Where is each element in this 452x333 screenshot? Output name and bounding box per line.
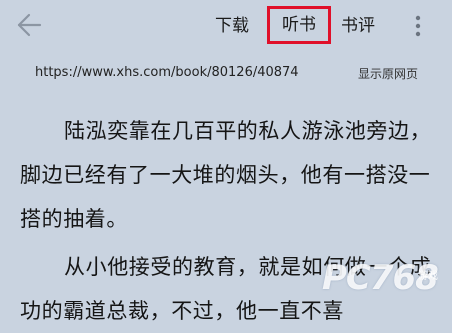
listen-book-button[interactable]: 听书 (267, 6, 331, 44)
source-url: https://www.xhs.com/book/80126/40874 (35, 65, 299, 80)
book-review-button[interactable]: 书评 (341, 12, 375, 40)
arrow-left-icon (17, 13, 42, 37)
more-vertical-icon (415, 15, 421, 37)
source-row: https://www.xhs.com/book/80126/40874 显示原… (0, 60, 452, 86)
paragraph: 从小他接受的教育，就是如何做一个成功的霸道总裁，不过，他一直不喜 (20, 255, 432, 323)
back-button[interactable] (12, 10, 46, 40)
paragraph: 陆泓奕靠在几百平的私人游泳池旁边，脚边已经有了一大堆的烟头，他有一搭没一搭的抽着… (20, 119, 432, 231)
download-button[interactable]: 下载 (215, 12, 249, 40)
view-original-page-link[interactable]: 显示原网页 (358, 65, 418, 82)
top-toolbar: 下载 听书 书评 (0, 0, 452, 52)
more-options-button[interactable] (407, 12, 429, 40)
